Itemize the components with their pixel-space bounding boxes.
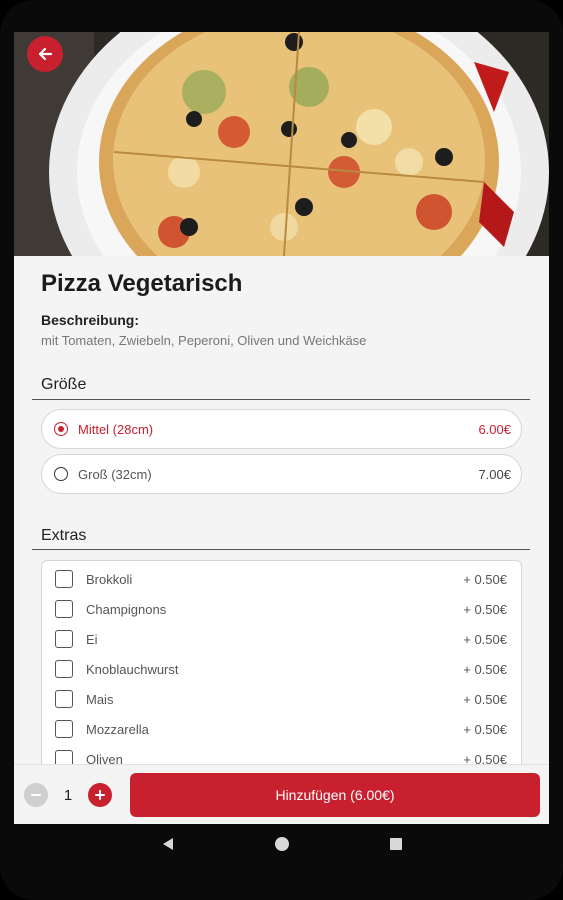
extra-price: + 0.50€ <box>463 691 507 707</box>
size-option-medium[interactable]: Mittel (28cm) 6.00€ <box>41 409 522 449</box>
pizza-photo <box>14 32 549 256</box>
extras-section-title: Extras <box>41 527 87 544</box>
app-screen: Pizza Vegetarisch Beschreibung: mit Toma… <box>14 32 549 824</box>
extra-label: Mozzarella <box>86 721 149 737</box>
pizza-image <box>14 32 549 256</box>
size-option-price: 7.00€ <box>478 466 511 482</box>
extra-item-knoblauchwurst[interactable]: Knoblauchwurst + 0.50€ <box>42 654 521 684</box>
back-button[interactable] <box>27 36 63 72</box>
extra-price: + 0.50€ <box>463 631 507 647</box>
checkbox[interactable] <box>55 690 73 708</box>
extra-label: Ei <box>86 631 98 647</box>
extras-section-divider <box>32 549 530 550</box>
extra-price: + 0.50€ <box>463 661 507 677</box>
increase-quantity-button[interactable] <box>88 783 112 807</box>
checkbox[interactable] <box>55 570 73 588</box>
extras-list: Brokkoli + 0.50€ Champignons + 0.50€ Ei … <box>41 560 522 780</box>
size-section-title: Größe <box>41 376 87 393</box>
size-option-label: Groß (32cm) <box>78 466 152 482</box>
radio-unselected[interactable] <box>54 467 68 481</box>
size-option-label: Mittel (28cm) <box>78 421 154 437</box>
tablet-frame: Pizza Vegetarisch Beschreibung: mit Toma… <box>0 0 563 900</box>
extra-label: Champignons <box>86 601 167 617</box>
extra-label: Mais <box>86 691 114 707</box>
size-option-price: 6.00€ <box>478 421 511 437</box>
add-to-cart-button[interactable]: Hinzufügen (6.00€) <box>130 773 540 817</box>
checkbox[interactable] <box>55 660 73 678</box>
extra-price: + 0.50€ <box>463 601 507 617</box>
arrow-left-icon <box>38 47 53 61</box>
circle-home-icon[interactable] <box>274 836 290 852</box>
extra-price: + 0.50€ <box>463 721 507 737</box>
description-text: mit Tomaten, Zwiebeln, Peperoni, Oliven … <box>41 333 367 348</box>
checkbox[interactable] <box>55 720 73 738</box>
extra-price: + 0.50€ <box>463 571 507 587</box>
checkbox[interactable] <box>55 630 73 648</box>
extra-item-mozzarella[interactable]: Mozzarella + 0.50€ <box>42 714 521 744</box>
radio-selected[interactable] <box>54 422 68 436</box>
size-option-large[interactable]: Groß (32cm) 7.00€ <box>41 454 522 494</box>
extra-item-brokkoli[interactable]: Brokkoli + 0.50€ <box>42 564 521 594</box>
product-title: Pizza Vegetarisch <box>41 270 243 297</box>
android-navigation-bar <box>0 824 563 868</box>
triangle-back-icon[interactable] <box>160 836 176 852</box>
extra-item-champignons[interactable]: Champignons + 0.50€ <box>42 594 521 624</box>
extra-item-ei[interactable]: Ei + 0.50€ <box>42 624 521 654</box>
decrease-quantity-button[interactable] <box>24 783 48 807</box>
minus-icon <box>31 794 41 796</box>
extra-item-mais[interactable]: Mais + 0.50€ <box>42 684 521 714</box>
checkbox[interactable] <box>55 600 73 618</box>
extra-label: Knoblauchwurst <box>86 661 179 677</box>
quantity-value: 1 <box>63 787 73 804</box>
description-label: Beschreibung: <box>41 312 140 328</box>
order-bar: 1 Hinzufügen (6.00€) <box>14 764 549 824</box>
extra-label: Brokkoli <box>86 571 133 587</box>
plus-icon <box>95 790 105 800</box>
size-section-divider <box>32 399 530 400</box>
square-recents-icon[interactable] <box>388 836 404 852</box>
